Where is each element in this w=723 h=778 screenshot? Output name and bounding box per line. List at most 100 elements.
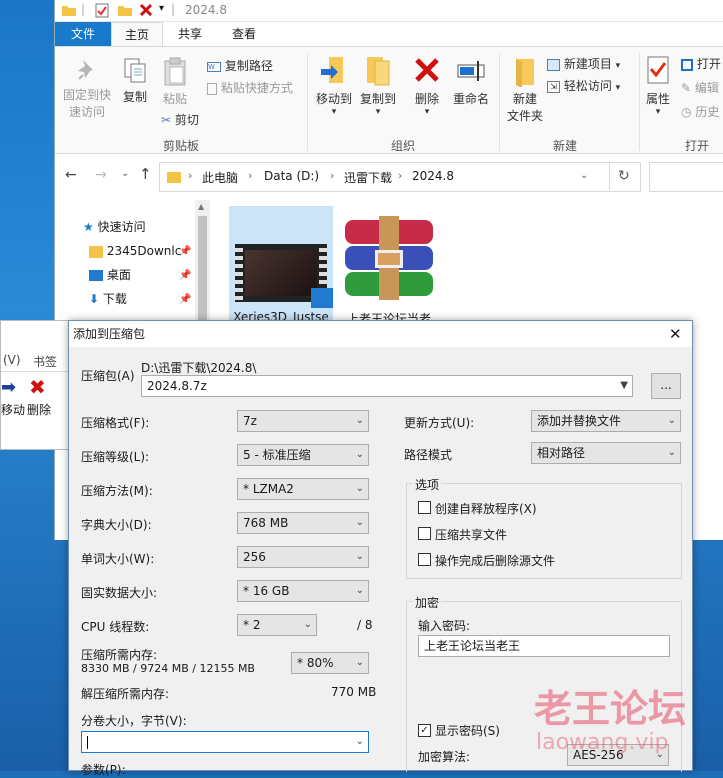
move-arrow-icon[interactable]: ➡	[1, 377, 16, 398]
copy-to-button[interactable]: 复制到 ▾	[355, 55, 401, 117]
properties-check-icon[interactable]	[95, 3, 109, 18]
history-button[interactable]: ◷ 历史	[681, 103, 719, 120]
threads-select[interactable]: * 2 ⌄	[237, 614, 317, 636]
method-label: 压缩方法(M):	[81, 484, 153, 498]
method-select[interactable]: * LZMA2 ⌄	[237, 478, 369, 500]
pin-icon[interactable]: 📌	[179, 294, 191, 305]
chevron-down-icon: ⌄	[655, 749, 664, 760]
tab-file[interactable]: 文件	[55, 22, 111, 46]
breadcrumb-item[interactable]: 迅雷下载	[344, 169, 392, 186]
refresh-button[interactable]: ↻	[609, 162, 641, 192]
archive-name-input[interactable]: 2024.8.7z ▼	[141, 375, 633, 397]
volume-size-input[interactable]: ⌄	[81, 731, 369, 753]
nav-item-desktop[interactable]: 桌面	[89, 264, 131, 286]
scroll-up-icon[interactable]: ▲	[198, 202, 204, 211]
properties-label: 属性	[645, 92, 670, 106]
pin-icon[interactable]: 📌	[179, 246, 191, 257]
group-clipboard-label: 剪贴板	[163, 139, 200, 153]
pin-quick-access-button[interactable]: 固定到快 速访问	[59, 57, 115, 120]
password-input[interactable]: 上老王论坛当老王	[418, 635, 670, 657]
close-icon[interactable]: ✕	[669, 321, 682, 347]
solid-block-label: 固实数据大小:	[81, 586, 158, 600]
sfx-label: 创建自释放程序(X)	[435, 502, 537, 516]
ribbon-separator	[307, 53, 308, 151]
word-size-select[interactable]: 256 ⌄	[237, 546, 369, 568]
back-arrow-icon[interactable]: ←	[65, 167, 77, 183]
rename-button[interactable]: 重命名	[447, 55, 495, 107]
show-password-checkbox[interactable]: ✓	[418, 724, 431, 737]
file-item[interactable]: Xeries3D_Justse	[229, 206, 333, 324]
pin-icon	[78, 60, 93, 80]
tab-view[interactable]: 查看	[219, 22, 269, 46]
browse-button[interactable]: ...	[651, 373, 681, 399]
folder-icon	[62, 6, 76, 16]
cut-button[interactable]: ✂ 剪切	[161, 111, 199, 128]
new-folder-label-line2: 文件夹	[506, 109, 543, 123]
copy-button[interactable]: 复制	[117, 57, 153, 105]
new-item-button[interactable]: 新建项目 ▾	[547, 55, 620, 72]
level-select[interactable]: 5 - 标准压缩 ⌄	[237, 444, 369, 466]
copy-label: 复制	[122, 90, 147, 104]
dictionary-select[interactable]: 768 MB ⌄	[237, 512, 369, 534]
format-select[interactable]: 7z ⌄	[237, 410, 369, 432]
address-dropdown-icon[interactable]: ⌄	[580, 170, 588, 181]
new-folder-button[interactable]: 新建 文件夹	[503, 55, 547, 124]
decompress-memory-label: 解压缩所需内存:	[81, 687, 170, 701]
menu-bookmark[interactable]: 书签	[33, 353, 57, 370]
parameters-label: 参数(P):	[81, 763, 126, 777]
titlebar-separator: |	[81, 2, 86, 16]
file-item[interactable]: 上老王论坛当老	[337, 206, 441, 326]
forward-arrow-icon[interactable]: →	[95, 167, 107, 183]
paste-shortcut-button[interactable]: 粘贴快捷方式	[207, 79, 293, 96]
delete-button[interactable]: 删除 ▾	[407, 55, 447, 117]
encryption-method-select[interactable]: AES-256 ⌄	[567, 744, 669, 766]
options-title: 选项	[413, 476, 442, 493]
breadcrumb-item[interactable]: Data (D:)	[264, 169, 319, 183]
memory-percent-select[interactable]: * 80% ⌄	[291, 652, 369, 674]
decompress-memory-value: 770 MB	[331, 685, 377, 699]
breadcrumb-item[interactable]: 2024.8	[412, 169, 454, 183]
nav-item-quick-access[interactable]: ★ 快速访问	[83, 216, 146, 238]
sfx-checkbox[interactable]	[418, 501, 431, 514]
up-arrow-icon[interactable]: ↑	[139, 165, 152, 183]
path-mode-value: 相对路径	[537, 446, 586, 460]
easy-access-button[interactable]: ⇲ 轻松访问 ▾	[547, 77, 620, 94]
open-button[interactable]: 打开	[681, 55, 721, 72]
edit-icon: ✎	[681, 81, 692, 95]
media-player-badge-icon	[311, 288, 333, 308]
level-value: 5 - 标准压缩	[243, 448, 311, 462]
copy-path-button[interactable]: W 复制路径	[207, 57, 273, 74]
update-mode-select[interactable]: 添加并替换文件 ⌄	[531, 410, 681, 432]
chevron-down-icon[interactable]: ▼	[620, 376, 628, 396]
delete-icon[interactable]	[139, 3, 153, 17]
delete-x-icon[interactable]: ✖	[29, 375, 46, 399]
quick-access-dropdown-icon[interactable]: ▾	[159, 3, 164, 14]
tab-share[interactable]: 共享	[165, 22, 215, 46]
delete-label: 删除	[414, 92, 439, 106]
new-folder-icon[interactable]	[117, 3, 133, 17]
path-mode-select[interactable]: 相对路径 ⌄	[531, 442, 681, 464]
edit-button[interactable]: ✎ 编辑	[681, 79, 719, 96]
paste-button[interactable]: 粘贴	[155, 57, 195, 107]
ribbon-separator	[639, 53, 640, 151]
properties-button[interactable]: 属性 ▾	[641, 55, 675, 117]
tab-home[interactable]: 主页	[111, 22, 163, 46]
search-input[interactable]	[649, 162, 723, 192]
ribbon: 固定到快 速访问 复制 粘贴 W 复制路径 粘贴快捷方式 ✂ 剪切 剪贴板 移动…	[55, 46, 723, 154]
copy-icon	[124, 58, 146, 83]
menu-view[interactable]: (V)	[3, 353, 21, 367]
archive-name-value: 2024.8.7z	[147, 379, 207, 393]
recent-locations-icon[interactable]: ⌄	[121, 168, 129, 179]
pin-icon[interactable]: 📌	[179, 270, 191, 281]
breadcrumb-item[interactable]: 此电脑	[202, 169, 238, 186]
add-to-archive-dialog: 添加到压缩包 ✕ 压缩包(A) D:\迅雷下载\2024.8\ 2024.8.7…	[68, 320, 693, 777]
delete-after-checkbox[interactable]	[418, 553, 431, 566]
nav-item-downloads-folder[interactable]: 2345Downlc	[89, 240, 181, 262]
nav-item-downloads[interactable]: ⬇ 下载	[89, 288, 127, 310]
address-bar[interactable]: › 此电脑 › Data (D:) › 迅雷下载 › 2024.8 ⌄	[159, 162, 641, 192]
background-window: (V) 书签 ➡ ✖ 移动 删除	[0, 320, 71, 450]
solid-block-select[interactable]: * 16 GB ⌄	[237, 580, 369, 602]
new-folder-icon	[516, 59, 534, 88]
move-to-button[interactable]: 移动到 ▾	[313, 55, 355, 117]
shared-files-checkbox[interactable]	[418, 527, 431, 540]
